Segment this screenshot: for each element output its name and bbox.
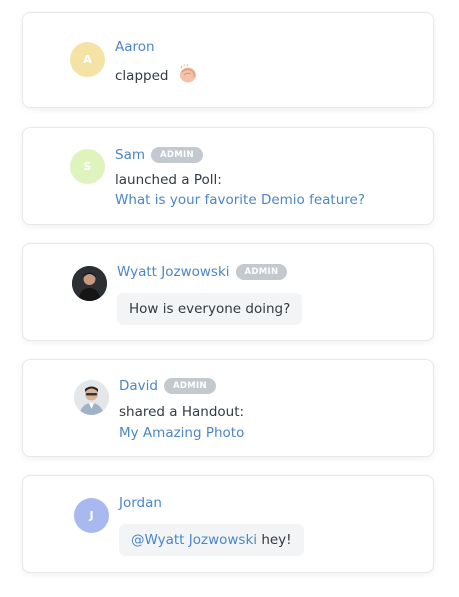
admin-badge: ADMIN xyxy=(151,147,203,163)
avatar: A xyxy=(70,42,105,77)
admin-badge: ADMIN xyxy=(235,264,288,280)
message-text: shared a Handout: xyxy=(119,404,245,420)
sender-name[interactable]: Wyatt Jozwowski xyxy=(117,264,230,280)
clapping-hands-icon xyxy=(177,63,199,89)
chat-message-card: David ADMIN shared a Handout: My Amazing… xyxy=(22,359,434,457)
sender-name[interactable]: David xyxy=(119,378,158,394)
sender-name[interactable]: Sam xyxy=(115,147,145,163)
message-text: clapped xyxy=(115,63,199,89)
message-bubble: @Wyatt Jozwowski hey! xyxy=(119,524,304,556)
poll-link[interactable]: What is your favorite Demio feature? xyxy=(115,192,365,208)
message-bubble: How is everyone doing? xyxy=(117,293,303,325)
chat-message-card: S Sam ADMIN launched a Poll: What is you… xyxy=(22,127,434,225)
handout-link[interactable]: My Amazing Photo xyxy=(119,425,244,441)
sender-name[interactable]: Aaron xyxy=(115,39,155,55)
avatar: S xyxy=(70,149,105,184)
chat-message-card: A Aaron clapped xyxy=(22,12,434,108)
user-mention[interactable]: @Wyatt Jozwowski xyxy=(131,532,257,548)
avatar: J xyxy=(74,498,109,533)
avatar xyxy=(74,380,109,415)
chat-message-card: J Jordan @Wyatt Jozwowski hey! xyxy=(22,475,434,573)
avatar xyxy=(72,266,107,301)
sender-name[interactable]: Jordan xyxy=(119,495,162,511)
message-text: launched a Poll: xyxy=(115,172,222,188)
admin-badge: ADMIN xyxy=(163,378,216,394)
chat-message-card: Wyatt Jozwowski ADMIN How is everyone do… xyxy=(22,243,434,341)
